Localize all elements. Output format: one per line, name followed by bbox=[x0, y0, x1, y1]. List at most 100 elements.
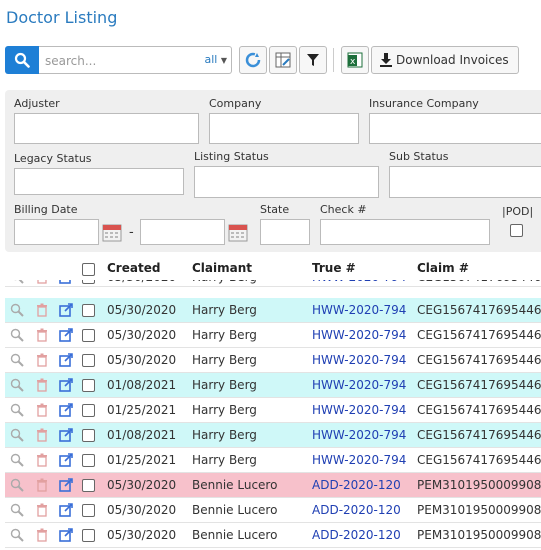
edit-link-icon[interactable] bbox=[59, 353, 73, 367]
search-button[interactable] bbox=[5, 46, 39, 74]
true-no-link[interactable]: HWW-2020-794 bbox=[312, 353, 406, 367]
claim-no-cell: CEG15674176954461 bbox=[417, 303, 541, 317]
calendar-icon[interactable] bbox=[102, 222, 122, 242]
table-row[interactable]: 01/25/2021 Harry Berg HWW-2020-794 CEG15674… bbox=[5, 448, 541, 473]
table-row[interactable]: 01/08/2021 Harry Berg HWW-2020-794 CEG15674… bbox=[5, 373, 541, 398]
columns-button[interactable] bbox=[269, 46, 297, 74]
row-checkbox[interactable] bbox=[82, 454, 95, 467]
download-invoices-button[interactable]: Download Invoices bbox=[371, 46, 519, 74]
column-claim-no[interactable]: Claim # bbox=[417, 261, 469, 275]
table-row[interactable]: 01/08/2021 Harry Berg HWW-2020-794 CEG15674… bbox=[5, 423, 541, 448]
billing-date-from-field[interactable] bbox=[14, 219, 99, 245]
view-icon[interactable] bbox=[10, 503, 24, 517]
row-checkbox[interactable] bbox=[82, 280, 95, 284]
created-cell: 01/25/2021 bbox=[107, 453, 177, 467]
search-input[interactable] bbox=[43, 50, 197, 72]
created-cell: 01/25/2021 bbox=[107, 403, 177, 417]
column-true-no[interactable]: True # bbox=[312, 261, 356, 275]
view-icon[interactable] bbox=[10, 378, 24, 392]
export-excel-button[interactable]: x bbox=[341, 46, 369, 74]
row-checkbox[interactable] bbox=[82, 379, 95, 392]
table-row[interactable]: 01/25/2021 Harry Berg HWW-2020-794 CEG15674… bbox=[5, 398, 541, 423]
billing-date-to-field[interactable] bbox=[140, 219, 225, 245]
true-no-link[interactable]: HWW-2020-794 bbox=[312, 303, 406, 317]
view-icon[interactable] bbox=[10, 303, 24, 317]
delete-icon[interactable] bbox=[35, 478, 49, 492]
created-cell: 01/08/2021 bbox=[107, 378, 177, 392]
true-no-link[interactable]: HWW-2020-794 bbox=[312, 378, 406, 392]
table-row[interactable]: 05/30/2020 Harry Berg HWW-2020-794 CEG15674… bbox=[5, 348, 541, 373]
row-checkbox[interactable] bbox=[82, 504, 95, 517]
pod-checkbox[interactable] bbox=[510, 224, 523, 237]
insurance-company-field[interactable] bbox=[369, 113, 541, 144]
table-row[interactable]: 05/30/2020 Bennie Lucero ADD-2020-120 PEM31… bbox=[5, 523, 541, 548]
column-created[interactable]: Created bbox=[107, 261, 160, 275]
edit-link-icon[interactable] bbox=[59, 403, 73, 417]
delete-icon[interactable] bbox=[35, 303, 49, 317]
legacy-status-field[interactable] bbox=[14, 168, 184, 195]
delete-icon[interactable] bbox=[35, 453, 49, 467]
table-row[interactable]: 05/30/2020 Bennie Lucero ADD-2020-120 PEM31… bbox=[5, 473, 541, 498]
edit-link-icon[interactable] bbox=[59, 328, 73, 342]
row-checkbox[interactable] bbox=[82, 354, 95, 367]
row-checkbox[interactable] bbox=[82, 404, 95, 417]
row-checkbox[interactable] bbox=[82, 429, 95, 442]
row-checkbox[interactable] bbox=[82, 529, 95, 542]
table-row[interactable]: 05/30/2020 Harry Berg HWW-2020-794 CEG15674… bbox=[5, 298, 541, 323]
edit-link-icon[interactable] bbox=[59, 280, 73, 284]
edit-link-icon[interactable] bbox=[59, 303, 73, 317]
row-checkbox[interactable] bbox=[82, 479, 95, 492]
company-field[interactable] bbox=[209, 113, 359, 144]
edit-link-icon[interactable] bbox=[59, 478, 73, 492]
edit-link-icon[interactable] bbox=[59, 528, 73, 542]
select-all-checkbox[interactable] bbox=[82, 263, 95, 276]
created-cell: 05/30/2020 bbox=[107, 528, 177, 542]
view-icon[interactable] bbox=[10, 403, 24, 417]
check-no-field[interactable] bbox=[320, 219, 490, 245]
edit-link-icon[interactable] bbox=[59, 503, 73, 517]
true-no-link[interactable]: HWW-2020-794 bbox=[312, 453, 406, 467]
column-claimant[interactable]: Claimant bbox=[192, 261, 252, 275]
calendar-icon[interactable] bbox=[228, 222, 248, 242]
view-icon[interactable] bbox=[10, 478, 24, 492]
filter-button[interactable] bbox=[299, 46, 327, 74]
state-field[interactable] bbox=[260, 219, 310, 245]
true-no-link[interactable]: HWW-2020-794 bbox=[312, 328, 406, 342]
table-row[interactable]: 05/30/2020 Bennie Lucero ADD-2020-120 PEM31… bbox=[5, 498, 541, 523]
listing-status-field[interactable] bbox=[194, 166, 379, 198]
company-label: Company bbox=[209, 97, 262, 110]
view-icon[interactable] bbox=[10, 280, 24, 284]
delete-icon[interactable] bbox=[35, 428, 49, 442]
sub-status-field[interactable] bbox=[389, 166, 541, 198]
true-no-link[interactable]: HWW-2020-794 bbox=[312, 428, 406, 442]
delete-icon[interactable] bbox=[35, 528, 49, 542]
view-icon[interactable] bbox=[10, 428, 24, 442]
table-row[interactable]: 05/30/2020 Harry Berg HWW-2020-794 CEG15674… bbox=[5, 323, 541, 348]
created-cell: 05/30/2020 bbox=[107, 280, 176, 284]
refresh-button[interactable] bbox=[239, 46, 267, 74]
delete-icon[interactable] bbox=[35, 328, 49, 342]
adjuster-field[interactable] bbox=[14, 113, 199, 144]
view-icon[interactable] bbox=[10, 453, 24, 467]
delete-icon[interactable] bbox=[35, 378, 49, 392]
true-no-link[interactable]: ADD-2020-120 bbox=[312, 503, 401, 517]
table-row[interactable]: 05/30/2020 Harry Berg HWW-2020-794 CEG15674… bbox=[5, 280, 541, 287]
true-no-link[interactable]: ADD-2020-120 bbox=[312, 478, 401, 492]
search-scope-select[interactable]: all ▼ bbox=[204, 53, 227, 66]
delete-icon[interactable] bbox=[35, 353, 49, 367]
true-no-link[interactable]: HWW-2020-794 bbox=[312, 280, 406, 284]
delete-icon[interactable] bbox=[35, 403, 49, 417]
true-no-link[interactable]: HWW-2020-794 bbox=[312, 403, 406, 417]
view-icon[interactable] bbox=[10, 528, 24, 542]
toolbar-divider bbox=[333, 48, 334, 72]
row-checkbox[interactable] bbox=[82, 329, 95, 342]
row-checkbox[interactable] bbox=[82, 304, 95, 317]
view-icon[interactable] bbox=[10, 328, 24, 342]
edit-link-icon[interactable] bbox=[59, 453, 73, 467]
true-no-link[interactable]: ADD-2020-120 bbox=[312, 528, 401, 542]
delete-icon[interactable] bbox=[35, 280, 49, 284]
view-icon[interactable] bbox=[10, 353, 24, 367]
edit-link-icon[interactable] bbox=[59, 378, 73, 392]
edit-link-icon[interactable] bbox=[59, 428, 73, 442]
delete-icon[interactable] bbox=[35, 503, 49, 517]
